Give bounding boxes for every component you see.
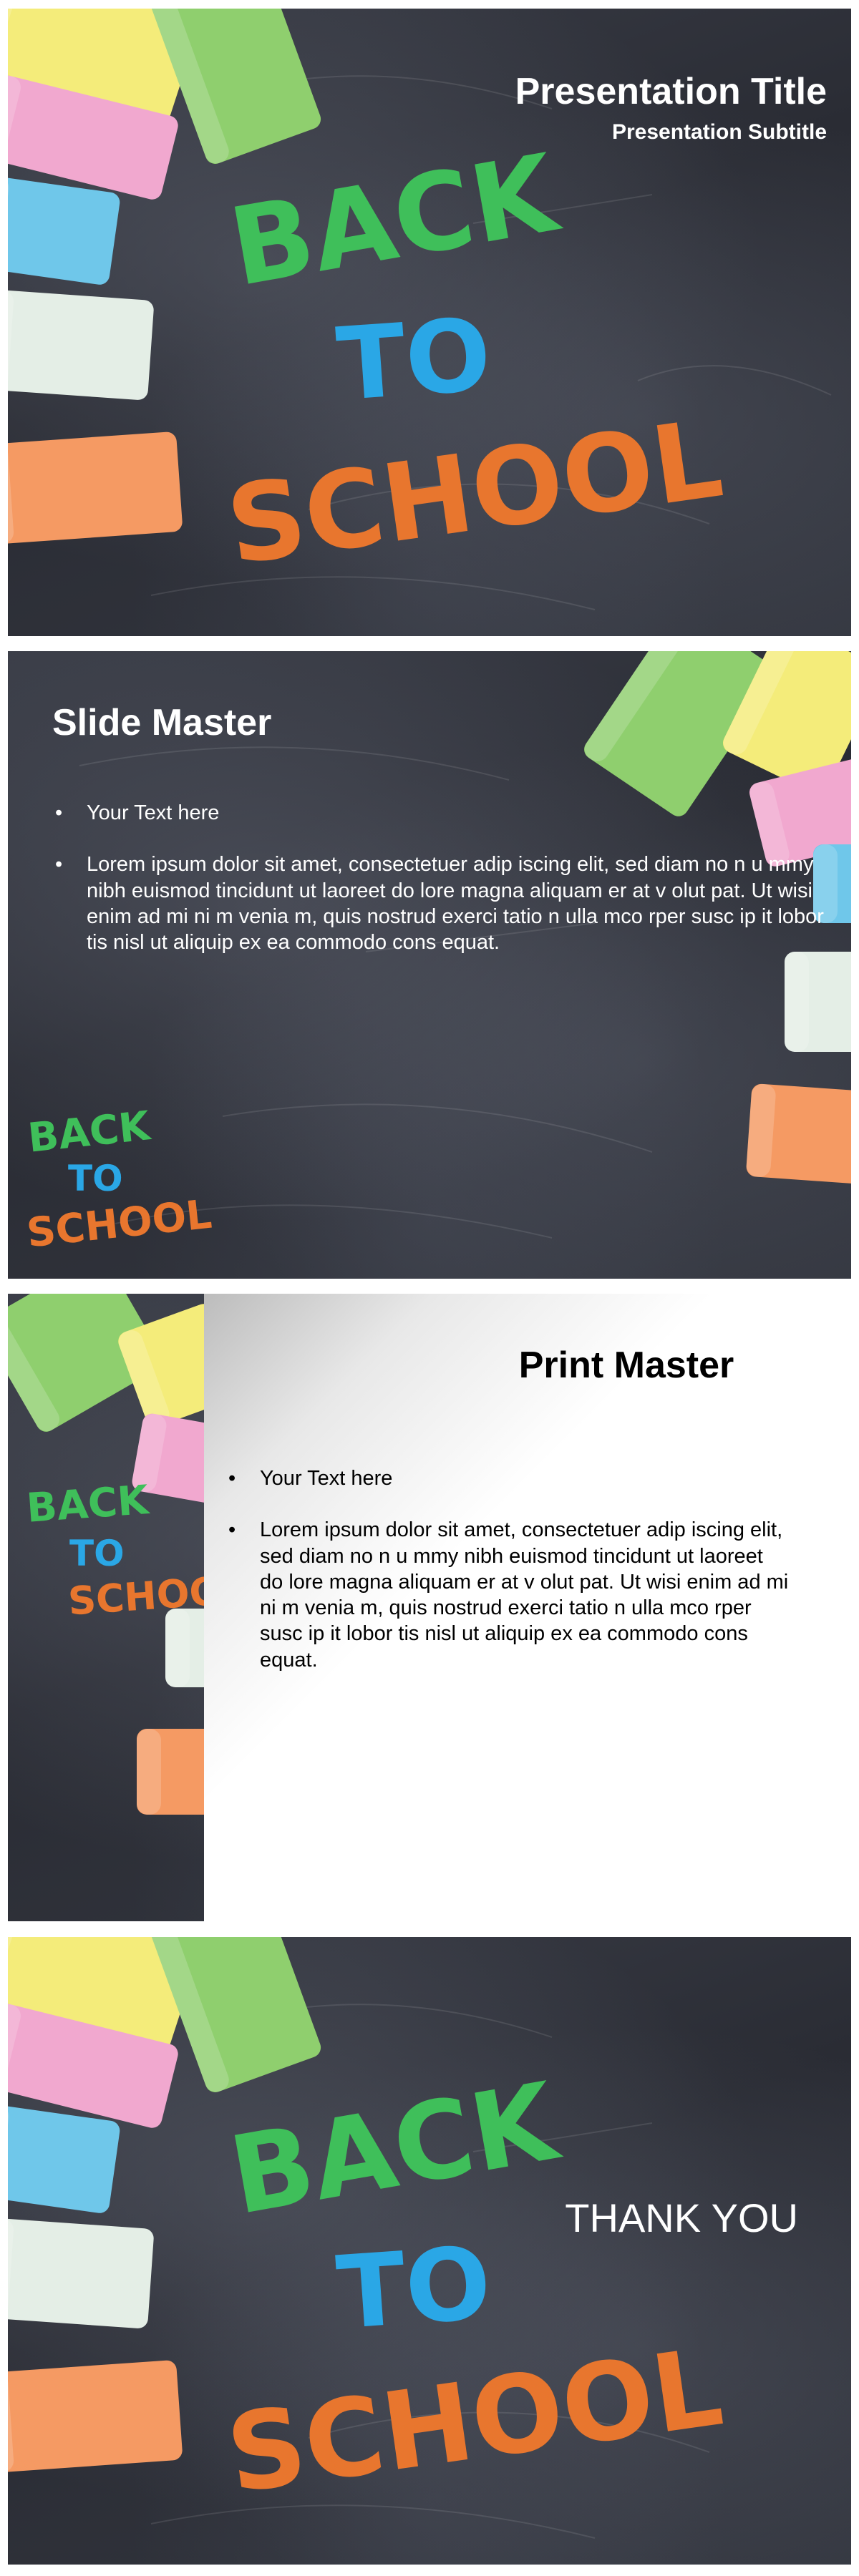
title-slide: BACK TO SCHOOL Presentation Title Presen…	[8, 9, 851, 636]
chalk-word-to: TO	[69, 1533, 125, 1574]
bullet-glyph: •	[228, 1518, 236, 1542]
chalk-word-to: TO	[333, 2225, 495, 2353]
orange-chalk	[8, 2359, 183, 2474]
bullet-item: • Lorem ipsum dolor sit amet, consectetu…	[52, 852, 825, 955]
chalk-word-back: BACK	[24, 1477, 150, 1532]
print-master-bullets: • Your Text here • Lorem ipsum dolor sit…	[225, 1465, 791, 1699]
white-chalk	[8, 2218, 155, 2329]
bullet-glyph: •	[55, 853, 63, 877]
print-content-panel: Print Master • Your Text here • Lorem ip…	[204, 1294, 851, 1921]
thank-you-text: THANK YOU	[565, 2195, 798, 2240]
print-master-slide: BACK TO SCHOOL Print Master • Your Text …	[8, 1294, 851, 1921]
orange-chalk	[8, 431, 183, 545]
bullet-item: • Your Text here	[52, 800, 825, 826]
print-master-title: Print Master	[518, 1345, 734, 1386]
bullet-text: Lorem ipsum dolor sit amet, consectetuer…	[87, 853, 824, 954]
presentation-subtitle: Presentation Subtitle	[611, 120, 827, 144]
blue-chalk	[8, 2103, 122, 2215]
slide-master-bullets: • Your Text here • Lorem ipsum dolor sit…	[52, 800, 825, 981]
chalk-word-to: TO	[68, 1158, 123, 1199]
bullet-glyph: •	[55, 801, 63, 824]
blue-chalk	[8, 175, 122, 286]
chalk-word-to: TO	[333, 296, 495, 424]
bullet-item: • Lorem ipsum dolor sit amet, consectetu…	[225, 1517, 791, 1673]
bullet-text: Lorem ipsum dolor sit amet, consectetuer…	[260, 1518, 789, 1672]
slide-master-title: Slide Master	[52, 702, 272, 743]
closing-slide: BACK TO SCHOOL THANK YOU	[8, 1937, 851, 2565]
bullet-glyph: •	[228, 1467, 236, 1490]
white-chalk	[8, 289, 155, 401]
orange-chalk	[745, 1083, 851, 1186]
bullet-item: • Your Text here	[225, 1465, 791, 1491]
slide-master-slide: BACK TO SCHOOL Slide Master • Your Text …	[8, 651, 851, 1279]
bullet-text: Your Text here	[260, 1467, 393, 1490]
bullet-text: Your Text here	[87, 801, 220, 824]
presentation-title: Presentation Title	[515, 71, 827, 112]
